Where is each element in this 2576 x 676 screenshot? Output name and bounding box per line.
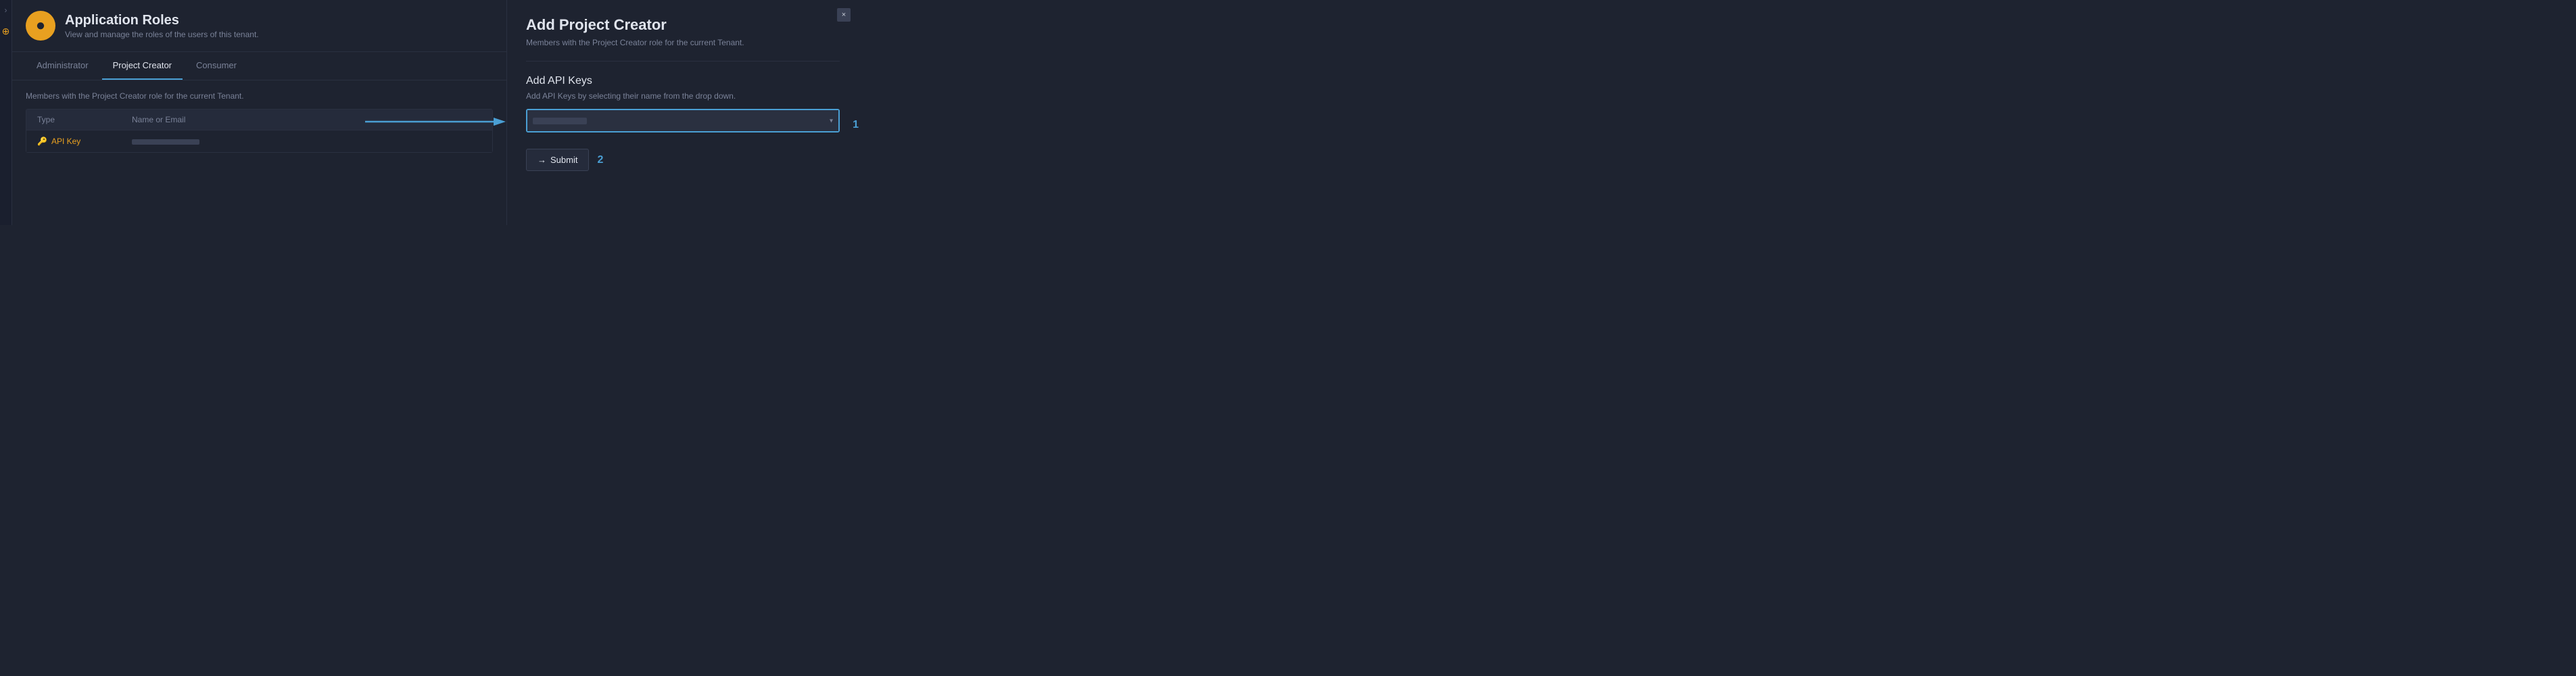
submit-row: → Submit 2: [526, 149, 840, 171]
section-description: Add API Keys by selecting their name fro…: [526, 91, 840, 101]
content-area: Members with the Project Creator role fo…: [12, 80, 506, 225]
user-icon: ●: [36, 16, 46, 35]
panel-subtitle: Members with the Project Creator role fo…: [526, 38, 840, 47]
column-header-name: Name or Email: [132, 115, 481, 124]
sidebar: › ⊕: [0, 0, 12, 225]
section-title: Add API Keys: [526, 75, 840, 87]
tab-project-creator[interactable]: Project Creator: [102, 52, 183, 80]
dropdown-step-label: 1: [853, 119, 859, 131]
page-title: Application Roles: [65, 13, 259, 28]
members-table: Type Name or Email 🔑 API Key: [26, 109, 493, 153]
right-panel: × Add Project Creator Members with the P…: [507, 0, 859, 225]
tab-consumer[interactable]: Consumer: [185, 52, 247, 80]
page-header: ● Application Roles View and manage the …: [12, 0, 506, 52]
submit-step-label: 2: [597, 154, 603, 166]
submit-label: Submit: [550, 155, 577, 165]
api-key-value-cell: [132, 136, 481, 147]
submit-button[interactable]: → Submit: [526, 149, 589, 171]
divider: [526, 61, 840, 62]
panel-title: Add Project Creator: [526, 16, 840, 34]
api-key-label: API Key: [51, 137, 80, 146]
tab-administrator[interactable]: Administrator: [26, 52, 99, 80]
page-subtitle: View and manage the roles of the users o…: [65, 30, 259, 39]
avatar: ●: [26, 11, 55, 41]
tabs-bar: Administrator Project Creator Consumer: [12, 52, 506, 80]
close-button[interactable]: ×: [837, 8, 851, 22]
header-text: Application Roles View and manage the ro…: [65, 13, 259, 39]
column-header-type: Type: [37, 115, 132, 124]
members-description: Members with the Project Creator role fo…: [26, 91, 493, 101]
api-key-dropdown-wrapper: ▾: [526, 109, 840, 132]
submit-icon: →: [538, 155, 546, 165]
api-key-redacted-value: [132, 139, 199, 145]
table-row: 🔑 API Key: [26, 130, 492, 152]
sidebar-add-icon[interactable]: ⊕: [2, 26, 10, 37]
api-key-icon: 🔑: [37, 137, 47, 146]
api-key-dropdown[interactable]: [527, 110, 838, 131]
api-key-type-cell: 🔑 API Key: [37, 137, 132, 146]
left-panel: ● Application Roles View and manage the …: [12, 0, 507, 225]
sidebar-collapse-icon[interactable]: ›: [5, 5, 7, 15]
table-header: Type Name or Email: [26, 110, 492, 130]
